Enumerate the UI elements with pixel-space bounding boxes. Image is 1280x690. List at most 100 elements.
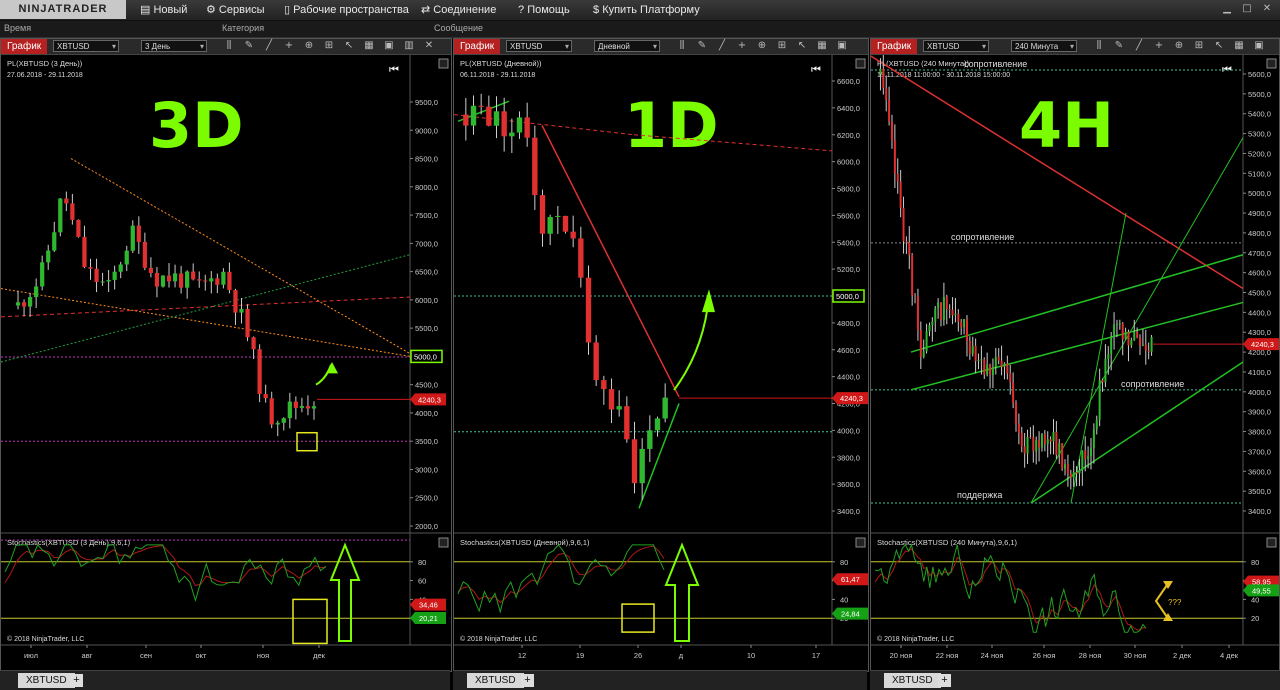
save-icon[interactable]: ▣ <box>1253 40 1265 52</box>
panel-menu-icon[interactable] <box>1266 58 1277 69</box>
stoch-k-value: 49,55 <box>1252 586 1271 595</box>
candle-body <box>178 273 184 288</box>
period-select[interactable]: 3 День <box>141 40 207 53</box>
instrument-select[interactable]: XBTUSD <box>923 40 989 53</box>
candle-body <box>616 406 622 410</box>
instrument-select[interactable]: XBTUSD <box>506 40 572 53</box>
panel-menu-icon[interactable] <box>855 537 866 548</box>
properties-icon[interactable]: ▦ <box>363 40 375 52</box>
tab-xbtusd-1d[interactable]: XBTUSD <box>467 673 524 688</box>
zoom-icon[interactable]: ⊞ <box>776 40 788 52</box>
save-icon[interactable]: ▣ <box>383 40 395 52</box>
menu-connection[interactable]: ⇄ Соединение <box>421 3 496 17</box>
add-tab-button[interactable]: + <box>521 674 534 687</box>
candle-body <box>88 267 93 269</box>
properties-icon[interactable]: ▦ <box>1233 40 1245 52</box>
period-select[interactable]: 240 Минута <box>1011 40 1077 53</box>
bars-icon[interactable]: ⫼ <box>676 40 688 52</box>
zoom-icon[interactable]: ⊞ <box>323 40 335 52</box>
candle-body <box>1133 331 1136 341</box>
menu-dollar[interactable]: $ Купить Платформу <box>593 3 700 17</box>
chart-tab-label[interactable]: График <box>1 39 48 54</box>
instrument-select[interactable]: XBTUSD <box>53 40 119 53</box>
menu-panel[interactable]: ▤ Новый <box>140 3 187 17</box>
period-select[interactable]: Дневной <box>594 40 660 53</box>
line-icon[interactable]: ╱ <box>1133 40 1145 52</box>
add-tab-button[interactable]: + <box>70 674 83 687</box>
chart-date-range: 06.11.2018 - 29.11.2018 <box>460 72 535 79</box>
candle-body <box>1139 337 1142 346</box>
tab-xbtusd-4h[interactable]: XBTUSD <box>884 673 941 688</box>
candle-body <box>1003 363 1006 367</box>
minimize-icon[interactable]: ▁ <box>1220 3 1234 15</box>
add-tab-button[interactable]: + <box>938 674 951 687</box>
save-icon[interactable]: ▣ <box>836 40 848 52</box>
pencil-icon[interactable]: ✎ <box>1113 40 1125 52</box>
chart-canvas[interactable]: PL(XBTUSD (3 День)) 27.06.2018 - 29.11.20… <box>1 55 451 671</box>
candle-body <box>608 389 615 410</box>
candle-body <box>106 279 111 282</box>
target-icon[interactable]: ⊕ <box>1173 40 1185 52</box>
bars-icon[interactable]: ⫼ <box>223 40 235 52</box>
line-icon[interactable]: ╱ <box>716 40 728 52</box>
line-icon[interactable]: ╱ <box>263 40 275 52</box>
stoch-d-line <box>457 545 665 604</box>
menu-help[interactable]: ? Помощь <box>518 3 570 17</box>
maximize-icon[interactable]: □ <box>1240 3 1254 15</box>
candle-body <box>916 296 919 331</box>
big-up-arrow-icon <box>329 542 361 642</box>
menu-tools[interactable]: ⚙ Сервисы <box>206 3 265 17</box>
menu-label: Купить Платформу <box>602 4 700 16</box>
candle-body <box>631 439 638 484</box>
panel-menu-icon[interactable] <box>855 58 866 69</box>
candle-body <box>1130 340 1133 346</box>
candle-body <box>1104 358 1107 383</box>
pencil-icon[interactable]: ✎ <box>696 40 708 52</box>
candle-body <box>221 271 226 285</box>
candle-body <box>275 422 280 425</box>
y-tick-label: 8500,0 <box>415 155 438 164</box>
x-tick-label: 20 ноя <box>890 651 913 660</box>
zoom-icon[interactable]: ⊞ <box>1193 40 1205 52</box>
crosshair-icon[interactable]: + <box>283 40 295 52</box>
y-tick-label: 9500,0 <box>415 98 438 107</box>
chart-canvas[interactable]: PL(XBTUSD (240 Минута))19.11.2018 11:00:… <box>871 55 1279 671</box>
log-header-time[interactable]: Время <box>4 23 31 33</box>
menu-workspace[interactable]: ▯ Рабочие пространства <box>284 3 409 17</box>
pencil-icon[interactable]: ✎ <box>243 40 255 52</box>
tab-xbtusd-3d[interactable]: XBTUSD <box>18 673 75 688</box>
chart-tab-label[interactable]: График <box>871 39 918 54</box>
stoch-tick-label: 80 <box>1251 558 1259 567</box>
y-tick-label: 4000,0 <box>837 426 860 435</box>
target-icon[interactable]: ⊕ <box>756 40 768 52</box>
bars-icon[interactable]: ⫼ <box>1093 40 1105 52</box>
pointer-icon[interactable]: ↖ <box>343 40 355 52</box>
panel-menu-icon[interactable] <box>438 537 449 548</box>
candle-body <box>142 241 147 268</box>
candle-body <box>991 367 994 376</box>
close-icon[interactable]: ✕ <box>1260 3 1274 15</box>
menu-label: Новый <box>153 4 188 16</box>
log-header-category[interactable]: Категория <box>222 23 264 33</box>
crosshair-icon[interactable]: + <box>736 40 748 52</box>
window-close-icon[interactable]: ✕ <box>423 40 435 52</box>
pointer-icon[interactable]: ↖ <box>796 40 808 52</box>
log-header-message[interactable]: Сообщение <box>434 23 483 33</box>
pointer-icon[interactable]: ↖ <box>1213 40 1225 52</box>
panel-menu-icon[interactable] <box>438 58 449 69</box>
panel-menu-icon[interactable] <box>1266 537 1277 548</box>
crosshair-icon[interactable]: + <box>1153 40 1165 52</box>
properties-icon[interactable]: ▦ <box>816 40 828 52</box>
target-icon[interactable]: ⊕ <box>303 40 315 52</box>
x-tick-label: окт <box>196 651 208 660</box>
workspace-icon: ▯ <box>284 4 294 16</box>
chart-tab-label[interactable]: График <box>454 39 501 54</box>
candle-body <box>539 195 546 234</box>
candle-body <box>902 207 905 242</box>
chart-canvas[interactable]: PL(XBTUSD (Дневной)) 06.11.2018 - 29.11.2… <box>454 55 868 671</box>
layout-icon[interactable]: ▥ <box>403 40 415 52</box>
candle-body <box>209 278 214 282</box>
candle-body <box>1040 434 1043 448</box>
candle-body <box>148 267 154 273</box>
candle-body <box>893 140 896 174</box>
